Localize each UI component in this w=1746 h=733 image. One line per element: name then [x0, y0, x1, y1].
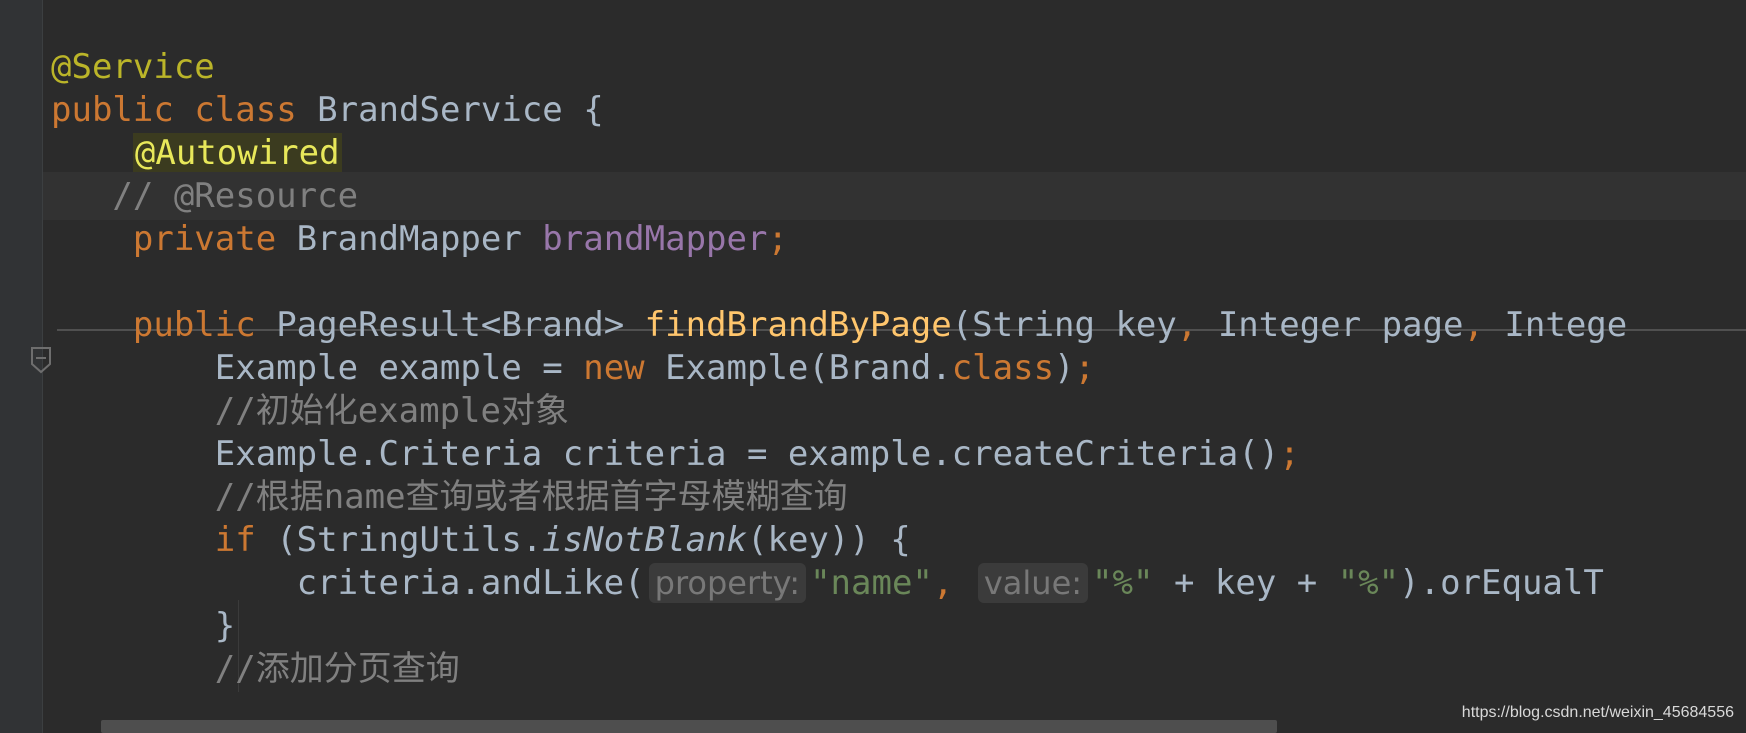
comment-resource: // @Resource: [51, 176, 359, 216]
method-isnotblank: isNotBlank: [542, 520, 747, 560]
code-line-13: criteria.andLike(property: "name", value:…: [43, 559, 1746, 607]
param-hint-property: property:: [648, 563, 807, 603]
keyword-class: class: [951, 348, 1055, 388]
watermark: https://blog.csdn.net/weixin_45684556: [1459, 703, 1736, 723]
code-token: (key)) {: [747, 520, 911, 560]
semicolon: ;: [1279, 434, 1300, 474]
comment-add-paging: //添加分页查询: [51, 649, 460, 689]
code-token: criteria.andLike(: [51, 563, 645, 603]
code-line-1: @Service: [43, 43, 1746, 91]
code-line-3: @Autowired: [43, 129, 1746, 177]
code-line-7: public PageResult<Brand> findBrandByPage…: [43, 301, 1746, 349]
code-line-8: Example example = new Example(Brand.clas…: [43, 344, 1746, 392]
string-percent: "%": [1337, 563, 1400, 603]
return-type: PageResult<Brand>: [255, 305, 645, 345]
semicolon: ;: [1074, 348, 1096, 388]
closing-brace: }: [51, 606, 236, 646]
keyword-class: class: [194, 90, 297, 130]
code-line-11: //根据name查询或者根据首字母模糊查询: [43, 473, 1746, 521]
class-name: BrandService {: [296, 90, 604, 130]
method-name: findBrandByPage: [644, 305, 952, 345]
comma: ,: [1463, 305, 1484, 345]
code-line-2: public class BrandService {: [43, 86, 1746, 134]
code-line-4-current: // @Resource: [43, 172, 1746, 220]
semicolon: ;: [767, 219, 788, 259]
code-line-15: //添加分页查询: [43, 645, 1746, 693]
param-hint-value: value:: [977, 563, 1089, 603]
line-gutter: [0, 0, 51, 733]
field-brandmapper: brandMapper: [542, 219, 768, 259]
code-line-9: //初始化example对象: [43, 387, 1746, 435]
comment-init-example: //初始化example对象: [51, 391, 569, 431]
type-brandmapper: BrandMapper: [276, 219, 543, 259]
annotation-service: @Service: [51, 47, 215, 87]
keyword-if: if: [214, 520, 256, 560]
code-token: (StringUtils.: [255, 520, 543, 560]
code-line-14: }: [43, 602, 1746, 650]
param-truncated: Intege: [1483, 305, 1628, 345]
code-token: Example(Brand.: [644, 348, 952, 388]
keyword-new: new: [583, 348, 645, 388]
comment-query-by-name: //根据name查询或者根据首字母模糊查询: [51, 477, 848, 517]
string-name: "name": [810, 563, 933, 603]
comma: ,: [1176, 305, 1198, 345]
param-page: Integer page: [1197, 305, 1464, 345]
param-key: (String key: [951, 305, 1177, 345]
code-token: Example example =: [51, 348, 584, 388]
code-token: ).orEqualT: [1399, 563, 1604, 603]
string-percent: "%": [1092, 563, 1154, 603]
code-token: + key +: [1153, 563, 1338, 603]
code-line-12: if (StringUtils.isNotBlank(key)) {: [43, 516, 1746, 564]
keyword-public: public: [51, 90, 174, 130]
horizontal-scrollbar[interactable]: [101, 720, 1277, 733]
code-token: Example.Criteria criteria = example.crea…: [51, 434, 1280, 474]
code-token: ): [1054, 348, 1075, 388]
keyword-private: private: [132, 219, 277, 259]
code-line-5: private BrandMapper brandMapper;: [43, 215, 1746, 263]
code-line-10: Example.Criteria criteria = example.crea…: [43, 430, 1746, 478]
keyword-public: public: [132, 305, 256, 345]
comma: ,: [932, 563, 954, 603]
code-editor[interactable]: @Service public class BrandService { @Au…: [43, 0, 1746, 733]
annotation-autowired: @Autowired: [132, 133, 342, 173]
